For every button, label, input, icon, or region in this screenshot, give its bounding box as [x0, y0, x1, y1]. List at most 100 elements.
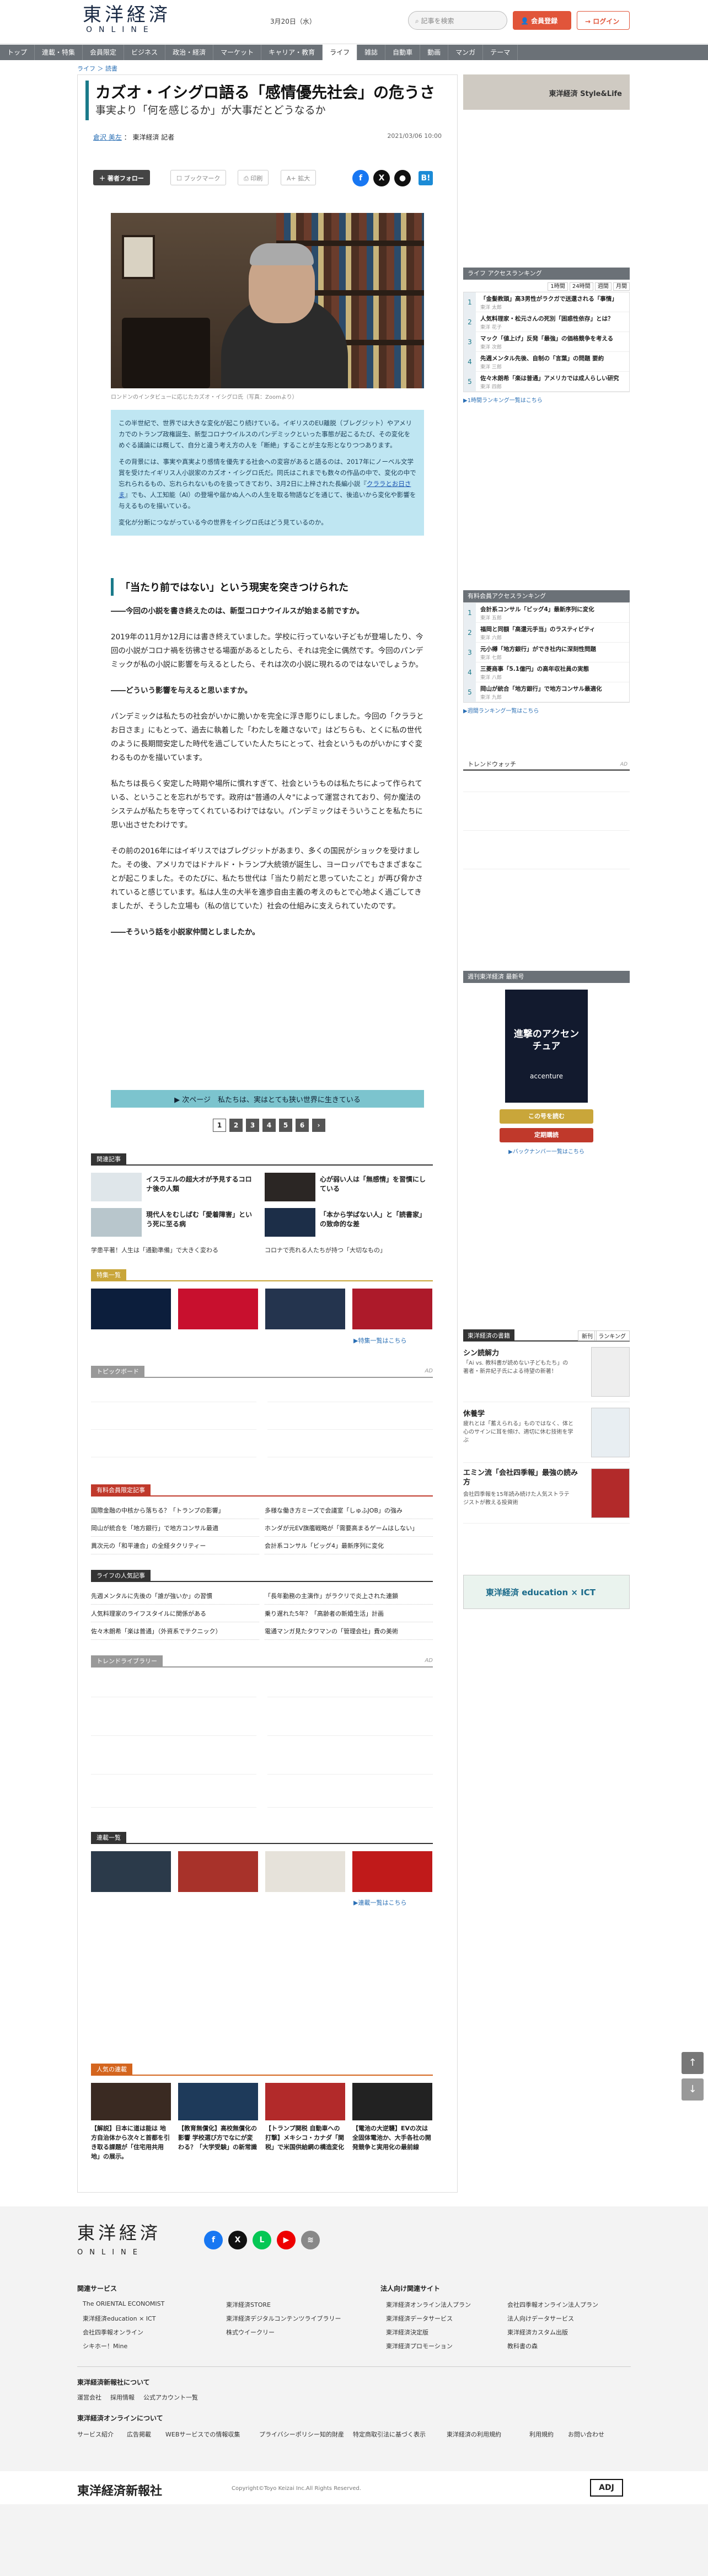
- ranking-item[interactable]: 2 福岡と同額「高還元手当」のラスティビティ 東洋 六郎: [464, 623, 629, 643]
- subscribe-button[interactable]: 定期購読: [500, 1128, 593, 1142]
- hatena-bookmark-icon[interactable]: B!: [419, 171, 433, 185]
- paid-article-link[interactable]: 岡山が統合を「地方銀行」で地方コンサル最適: [91, 1524, 259, 1537]
- ranking-tab[interactable]: 1時間: [548, 282, 568, 291]
- nav-item-active[interactable]: ライフ: [323, 45, 358, 60]
- footer-link[interactable]: 東洋経済カスタム出版: [507, 2328, 568, 2337]
- paid-article-link[interactable]: 会計系コンサル「ビッグ4」最新序列に変化: [265, 1542, 433, 1554]
- books-tab[interactable]: 新刊: [578, 1330, 597, 1341]
- footer-link[interactable]: 会社四季報オンライン法人プラン: [507, 2300, 598, 2309]
- backnumber-link[interactable]: ▶バックナンバー一覧はこちら: [463, 1147, 630, 1155]
- paid-article-link[interactable]: 多様な働き方ミーズで会議室「しゅふJOB」の強み: [265, 1506, 433, 1519]
- serial-card[interactable]: [352, 1851, 432, 1892]
- related-article[interactable]: 現代人をむしばむ「愛着障害」という死に至る病: [91, 1208, 259, 1237]
- ranking-item[interactable]: 4 先週メンタル先後、自制の「言葉」の問題 要約 東洋 三郎: [464, 352, 629, 372]
- x-icon[interactable]: X: [228, 2231, 247, 2249]
- books-tab[interactable]: ランキング: [594, 1330, 630, 1341]
- bookmark-button[interactable]: ☐ ブックマーク: [170, 170, 227, 185]
- nav-item[interactable]: ビジネス: [124, 45, 166, 60]
- book-item[interactable]: シン読解力 「Ai vs. 教科書が読めない子どもたち」の著者・新井紀子氏による待…: [463, 1342, 630, 1402]
- scroll-top-icon[interactable]: ↑: [682, 2052, 704, 2074]
- footer-link[interactable]: プライバシーポリシー: [259, 2430, 320, 2439]
- footer-link[interactable]: 東洋経済education × ICT: [83, 2314, 155, 2323]
- nav-item[interactable]: 自動車: [385, 45, 421, 60]
- site-logo[interactable]: 東洋経済 ONLINE: [83, 4, 171, 34]
- ranking-item[interactable]: 2 人気料理家・松元さんの死別「困惑性依存」とは？ 東洋 花子: [464, 312, 629, 332]
- footer-link[interactable]: 東洋経済データサービス: [386, 2314, 453, 2323]
- related-link[interactable]: コロナで売れる人たちが持つ「大切なもの」: [265, 1246, 386, 1254]
- footer-link[interactable]: お問い合わせ: [568, 2430, 604, 2439]
- footer-link[interactable]: The ORIENTAL ECONOMIST: [83, 2300, 164, 2307]
- youtube-icon[interactable]: ▶: [277, 2231, 296, 2249]
- ranking-item[interactable]: 4 三菱商事「5.1億円」の高年収社員の実態 東洋 八郎: [464, 662, 629, 682]
- scroll-bottom-icon[interactable]: ↓: [682, 2078, 704, 2101]
- nav-item[interactable]: キャリア・教育: [261, 45, 323, 60]
- special-card[interactable]: [352, 1289, 432, 1329]
- popular-article-link[interactable]: 人気料理家のライフスタイルに関係がある: [91, 1610, 259, 1622]
- footer-link[interactable]: サービス紹介: [77, 2430, 114, 2439]
- print-button[interactable]: ⎙ 印刷: [238, 170, 269, 185]
- paid-article-link[interactable]: 異次元の「和平連合」の全経タクリティー: [91, 1542, 259, 1554]
- related-article[interactable]: 「本から学ばない人」と「読書家」の致命的な差: [265, 1208, 433, 1237]
- font-size-button[interactable]: A+ 拡大: [281, 170, 317, 185]
- footer-link[interactable]: 特定商取引法に基づく表示: [353, 2430, 426, 2439]
- nav-item[interactable]: マンガ: [448, 45, 484, 60]
- footer-link[interactable]: 会社四季報オンライン: [83, 2328, 143, 2337]
- ranking-tab[interactable]: 24時間: [569, 282, 593, 291]
- serial-card[interactable]: [265, 1851, 345, 1892]
- education-ict-banner[interactable]: 東洋経済 education × ICT: [463, 1575, 630, 1609]
- nav-item[interactable]: 動画: [420, 45, 449, 60]
- footer-link[interactable]: 東洋経済デジタルコンテンツライブラリー: [226, 2314, 341, 2323]
- related-article[interactable]: 心が弱い人は「無感情」を習慣にしている: [265, 1173, 433, 1201]
- nav-item[interactable]: 雑誌: [357, 45, 386, 60]
- page-link[interactable]: 3: [246, 1119, 259, 1132]
- footer-link[interactable]: 知的財産: [320, 2430, 344, 2439]
- next-page-arrow[interactable]: ›: [312, 1119, 325, 1132]
- footer-link[interactable]: WEBサービスでの情報収集: [165, 2430, 240, 2439]
- serial-article-card[interactable]: 【解説】日本に道は能は 地方自治体から次々と首都を引き取る課題が「住宅用共用地」…: [91, 2083, 171, 2161]
- footer-link[interactable]: 東洋経済の利用規約: [447, 2430, 501, 2439]
- nav-item[interactable]: 政治・経済: [165, 45, 214, 60]
- paid-article-link[interactable]: 国際金融の中核から落ちる？「トランプの影響」: [91, 1506, 259, 1519]
- ranking-tab[interactable]: 月間: [613, 282, 630, 291]
- breadcrumb[interactable]: ライフ ＞ 読書: [77, 64, 117, 73]
- footer-link[interactable]: 広告掲載: [127, 2430, 151, 2439]
- special-card[interactable]: [178, 1289, 258, 1329]
- paid-article-link[interactable]: ホンダが元EV旗艦戦略が「需要高まるゲームはしない」: [265, 1524, 433, 1537]
- serial-article-card[interactable]: 【教育無償化】高校無償化の影響 学校選び方でなにが変わる？「大学受験」の新常識: [178, 2083, 258, 2152]
- footer-logo[interactable]: 東洋経済 ONLINE: [77, 2223, 161, 2263]
- serial-card[interactable]: [178, 1851, 258, 1892]
- read-issue-button[interactable]: この号を読む: [500, 1109, 593, 1124]
- ranking-tab[interactable]: 週間: [594, 282, 612, 291]
- footer-link[interactable]: 運営会社: [77, 2393, 101, 2402]
- page-link[interactable]: 6: [296, 1119, 309, 1132]
- page-link[interactable]: 4: [262, 1119, 276, 1132]
- ranking-more-link[interactable]: ▶週間ランキング一覧はこちら: [463, 706, 630, 714]
- popular-article-link[interactable]: 電通マンガ見たタワマンの「管理会社」費の美術: [265, 1627, 433, 1640]
- popular-article-link[interactable]: 先週メンタルに先後の「誰が強いか」の習慣: [91, 1592, 259, 1605]
- page-link[interactable]: 2: [229, 1119, 243, 1132]
- popular-article-link[interactable]: 佐々木朗希「楽は普通」（外資系でテクニック）: [91, 1627, 259, 1640]
- popular-article-link[interactable]: 乗り遅れた5年？「高齢者の新婚生活」計画: [265, 1610, 433, 1622]
- follow-author-button[interactable]: ＋ 著者フォロー: [93, 170, 150, 185]
- book-item[interactable]: エミン流「会社四季報」最強の読み方 会社四季報を15年読み続けた人気ストラテジスト…: [463, 1463, 630, 1524]
- related-article[interactable]: イスラエルの超大才が予見するコロナ後の人類: [91, 1173, 259, 1201]
- serial-article-card[interactable]: 【電池の大逆襲】EVの次は全固体電池か、大手各社の開発競争と実用化の最前線: [352, 2083, 432, 2152]
- footer-link[interactable]: 東洋経済オンライン法人プラン: [386, 2300, 471, 2309]
- footer-link[interactable]: 採用情報: [110, 2393, 135, 2402]
- page-link[interactable]: 5: [279, 1119, 292, 1132]
- serial-article-card[interactable]: 【トランプ関税 自動車への打撃】メキシコ・カナダ「関税」で米国供給網の構造変化: [265, 2083, 345, 2152]
- book-item[interactable]: 休養学 疲れとは「蓄えられる」ものではなく、体と心のサインに耳を傾け、適切に休む技…: [463, 1402, 630, 1463]
- special-card[interactable]: [91, 1289, 171, 1329]
- search-input[interactable]: ⌕ 記事を検索: [408, 11, 507, 30]
- line-icon[interactable]: ●: [394, 170, 411, 186]
- footer-about-heading[interactable]: 東洋経済新報社について: [77, 2377, 150, 2387]
- login-button[interactable]: → ログイン: [577, 11, 630, 30]
- footer-link[interactable]: 公式アカウント一覧: [143, 2393, 198, 2402]
- footer-link[interactable]: 利用規約: [529, 2430, 554, 2439]
- company-logo[interactable]: 東洋経済新報社: [77, 2481, 162, 2499]
- magazine-cover[interactable]: 進撃のアクセンチュア accenture: [505, 990, 588, 1103]
- footer-link[interactable]: 教科書の森: [507, 2342, 538, 2350]
- ranking-item[interactable]: 1 「金髪教頭」高3男性がラクガで送還される「事情」 東洋 太郎: [464, 292, 629, 312]
- footer-link[interactable]: 東洋経済プロモーション: [386, 2342, 453, 2350]
- x-icon[interactable]: X: [373, 170, 390, 186]
